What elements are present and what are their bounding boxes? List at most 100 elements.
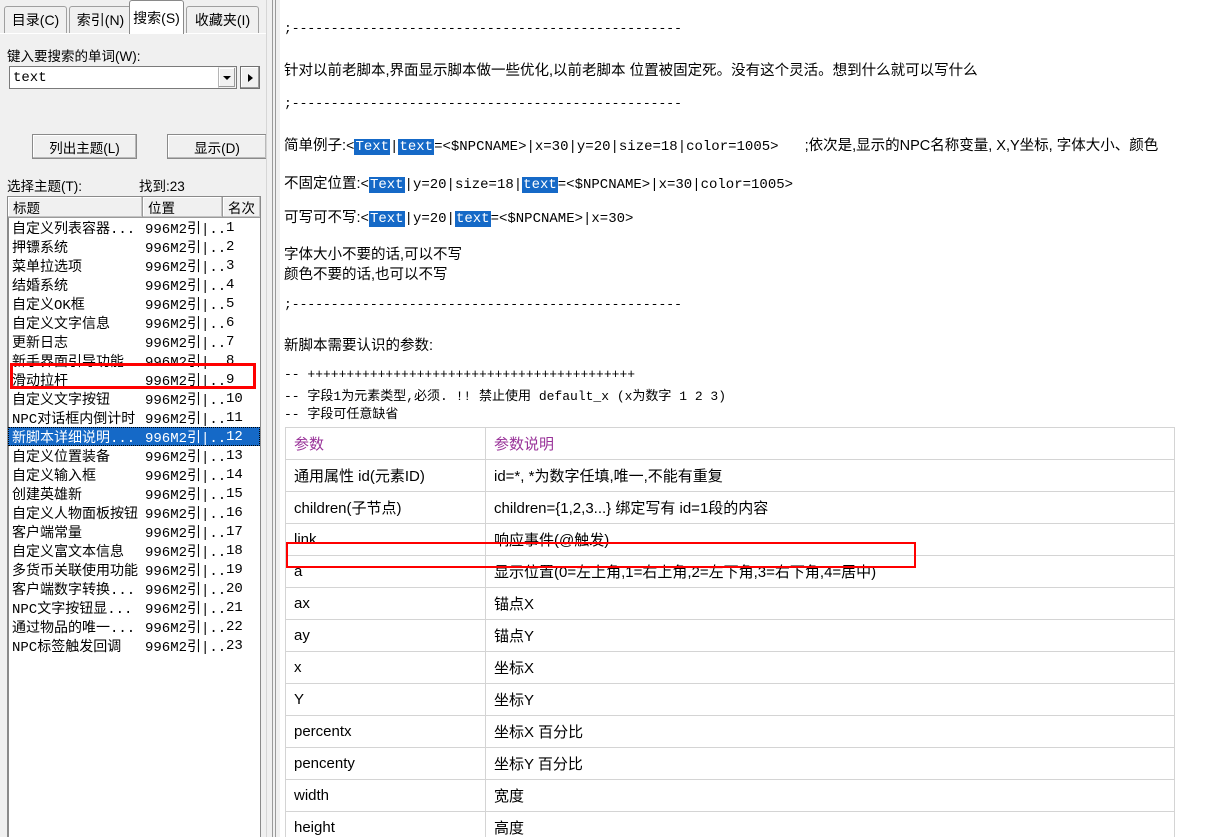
tab-index[interactable]: 索引(N) <box>69 6 132 33</box>
table-cell-desc: 坐标X 百分比 <box>485 715 1175 748</box>
list-item-rank: 2 <box>226 238 235 255</box>
keyword-label: 键入要搜索的单词(W): <box>7 49 141 64</box>
tab-index-label: 索引(N) <box>76 12 125 28</box>
example-3-rest: =<$NPCNAME>|x=30> <box>490 211 634 227</box>
list-item[interactable]: NPC对话框内倒计时 996M2引|...11 <box>8 408 260 428</box>
list-item-rank: 9 <box>226 371 235 388</box>
table-cell-param: pencenty <box>285 747 486 780</box>
table-cell-param: 通用属性 id(元素ID) <box>285 459 486 492</box>
table-cell-desc: children={1,2,3...} 绑定写有 id=1段的内容 <box>485 491 1175 524</box>
table-row: ay 锚点Y <box>285 619 1175 652</box>
list-item[interactable]: 客户端数字转换... 996M2引|...20 <box>8 579 260 599</box>
table-cell-desc: 锚点Y <box>485 619 1175 652</box>
example-2-mid: |y=20|size=18| <box>404 177 523 193</box>
column-header-rank[interactable]: 名次 <box>223 197 260 218</box>
list-item-rank: 23 <box>226 637 243 654</box>
list-item-rank: 10 <box>226 390 243 407</box>
table-row: percentx 坐标X 百分比 <box>285 715 1175 748</box>
column-header-title[interactable]: 标题 <box>8 197 143 218</box>
list-item[interactable]: 自定义位置装备 996M2引|...13 <box>8 446 260 466</box>
search-next-button[interactable] <box>240 66 260 89</box>
list-item-rank: 12 <box>226 428 243 445</box>
list-item[interactable]: 自定义OK框 996M2引|...5 <box>8 294 260 314</box>
list-topics-button[interactable]: 列出主题(L) <box>32 134 137 159</box>
list-item-location: 996M2引|... <box>145 316 223 333</box>
example-1-tag: Text <box>354 139 391 155</box>
table-cell-param: x <box>285 651 486 684</box>
list-item-title: NPC对话框内倒计时 <box>12 411 136 428</box>
list-item[interactable]: 押镖系统 996M2引|...2 <box>8 237 260 257</box>
list-item[interactable]: 多货币关联使用功能 996M2引|...19 <box>8 560 260 580</box>
list-item-rank: 19 <box>226 561 243 578</box>
list-item[interactable]: 客户端常量 996M2引|...17 <box>8 522 260 542</box>
list-item-location: 996M2引|... <box>145 411 223 428</box>
table-cell-desc: 显示位置(0=左上角,1=右上角,2=左下角,3=右下角,4=居中) <box>485 555 1175 588</box>
example-1-comment: ;依次是,显示的NPC名称变量, X,Y坐标, 字体大小、颜色 <box>804 138 1159 154</box>
list-item-rank: 5 <box>226 295 235 312</box>
example-line-1: 简单例子:<Text|text=<$NPCNAME>|x=30|y=20|siz… <box>284 134 1158 155</box>
list-item[interactable]: 自定义文字按钮 996M2引|...10 <box>8 389 260 409</box>
table-cell-desc: 锚点X <box>485 587 1175 620</box>
list-item-rank: 3 <box>226 257 235 274</box>
sidebar-tab-strip: 目录(C) 索引(N) 搜索(S) 收藏夹(I) <box>0 0 266 34</box>
list-item-title: 客户端数字转换... <box>12 582 136 599</box>
table-cell-desc: 宽度 <box>485 779 1175 812</box>
list-item[interactable]: 自定义富文本信息 996M2引|...18 <box>8 541 260 561</box>
list-item[interactable]: 自定义人物面板按钮 996M2引|...16 <box>8 503 260 523</box>
note-line-2: 颜色不要的话,也可以不写 <box>284 267 448 283</box>
list-item-rank: 16 <box>226 504 243 521</box>
example-2-key: text <box>522 177 558 193</box>
search-combobox[interactable] <box>9 66 237 89</box>
list-item[interactable]: 自定义输入框 996M2引|...14 <box>8 465 260 485</box>
tab-search[interactable]: 搜索(S) <box>129 0 184 34</box>
list-item[interactable]: 新脚本详细说明... 996M2引|...12 <box>8 427 260 447</box>
comment-line-2: -- 字段1为元素类型,必须. !! 禁止使用 default_x (x为数字 … <box>284 389 727 404</box>
list-item-rank: 15 <box>226 485 243 502</box>
list-item-location: 996M2引|... <box>145 468 223 485</box>
example-3-mid: |y=20| <box>404 211 455 227</box>
display-button[interactable]: 显示(D) <box>167 134 267 159</box>
table-row: children(子节点) children={1,2,3...} 绑定写有 id… <box>285 491 1175 524</box>
list-item[interactable]: NPC标签触发回调 996M2引|...23 <box>8 636 260 656</box>
list-body: 自定义列表容器...996M2引|...1押镖系统996M2引|...2菜单拉选… <box>8 218 260 837</box>
tab-contents[interactable]: 目录(C) <box>4 6 67 33</box>
list-item-location: 996M2引|... <box>145 240 223 257</box>
list-item-location: 996M2引|... <box>145 354 223 371</box>
list-item-title: 客户端常量 <box>12 525 82 542</box>
list-item-title: 自定义富文本信息 <box>12 544 124 561</box>
list-item[interactable]: 创建英雄新 996M2引|...15 <box>8 484 260 504</box>
table-cell-desc: 坐标Y 百分比 <box>485 747 1175 780</box>
list-item-location: 996M2引|... <box>145 620 223 637</box>
search-input[interactable] <box>10 67 218 88</box>
table-row: ax 锚点X <box>285 587 1175 620</box>
list-item[interactable]: 新手界面引导功能 996M2引|...8 <box>8 351 260 371</box>
list-item[interactable]: 更新日志 996M2引|...7 <box>8 332 260 352</box>
search-panel: 键入要搜索的单词(W): 列出主题(L) 显示(D) 选择主题(T): 找到:2… <box>0 33 267 837</box>
chevron-down-icon[interactable] <box>218 67 236 88</box>
list-item[interactable]: NPC文字按钮显... 996M2引|...21 <box>8 598 260 618</box>
list-item-location: 996M2引|... <box>145 392 223 409</box>
list-item[interactable]: 结婚系统 996M2引|...4 <box>8 275 260 295</box>
list-item[interactable]: 菜单拉选项 996M2引|...3 <box>8 256 260 276</box>
tab-favorites[interactable]: 收藏夹(I) <box>186 6 259 33</box>
list-item[interactable]: 自定义文字信息 996M2引|...6 <box>8 313 260 333</box>
list-item-location: 996M2引|... <box>145 449 223 466</box>
topic-results-list[interactable]: 标题 位置 名次 自定义列表容器...996M2引|...1押镖系统996M2引… <box>7 196 261 837</box>
divider-rule-1: ;---------------------------------------… <box>284 21 682 36</box>
example-3-open: < <box>360 211 369 227</box>
list-item-rank: 17 <box>226 523 243 540</box>
list-item[interactable]: 滑动拉杆 996M2引|...9 <box>8 370 260 390</box>
comment-line-3: -- 字段可任意缺省 <box>284 407 399 422</box>
column-header-location[interactable]: 位置 <box>143 197 223 218</box>
table-cell-param: Y <box>285 683 486 716</box>
table-cell-param: height <box>285 811 486 837</box>
list-item[interactable]: 自定义列表容器... 996M2引|...1 <box>8 218 260 238</box>
pane-splitter[interactable] <box>266 0 280 837</box>
list-item-title: 新手界面引导功能 <box>12 354 124 371</box>
list-item-location: 996M2引|... <box>145 506 223 523</box>
example-2-tag: Text <box>368 177 405 193</box>
divider-rule-3: ;---------------------------------------… <box>284 297 682 312</box>
table-cell-param: children(子节点) <box>285 491 486 524</box>
list-item-rank: 8 <box>226 352 235 369</box>
list-item[interactable]: 通过物品的唯一... 996M2引|...22 <box>8 617 260 637</box>
